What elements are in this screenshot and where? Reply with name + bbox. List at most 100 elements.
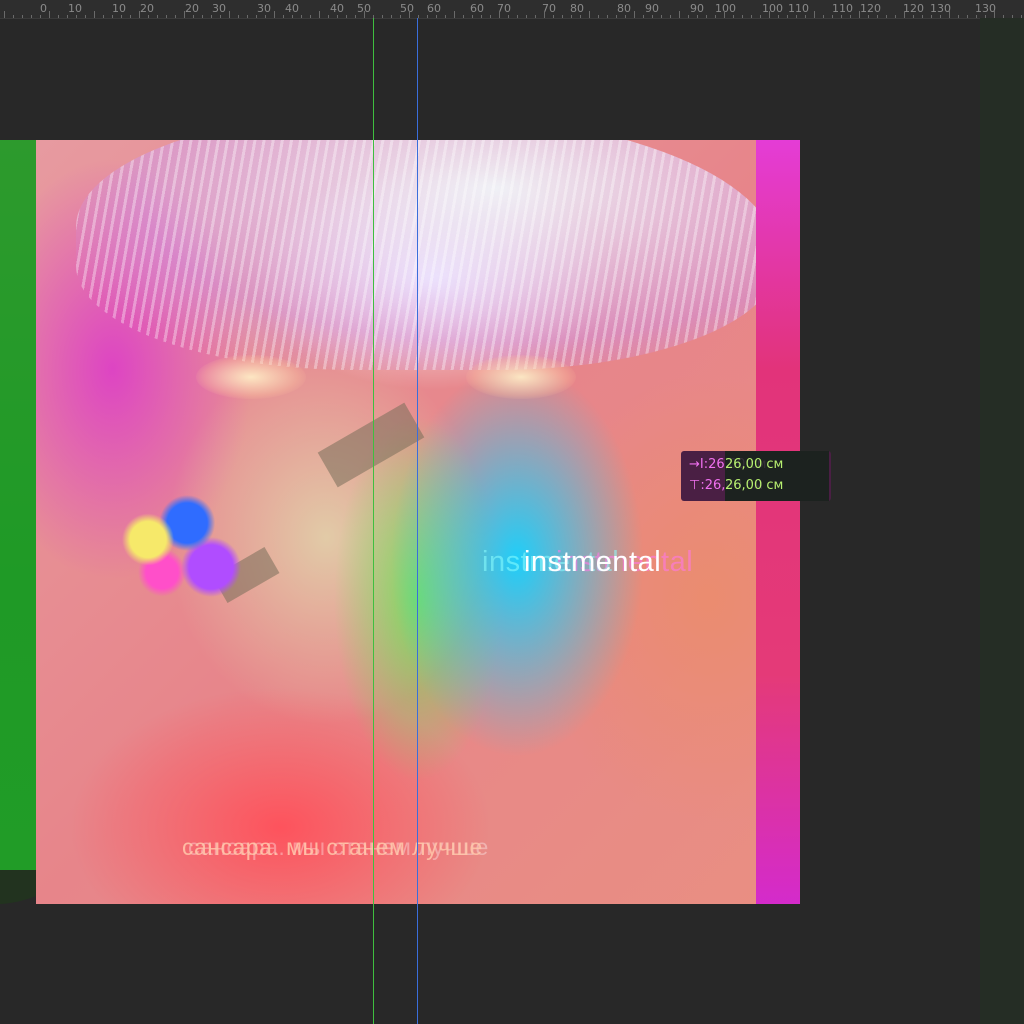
ghost-layer-green — [0, 140, 38, 870]
ruler-label: 80 — [570, 2, 584, 15]
ruler-tick — [85, 15, 86, 18]
ruler-label: 40 — [285, 2, 299, 15]
ruler-tick — [256, 15, 257, 18]
ruler-label: 100 — [715, 2, 736, 15]
vertical-guide-green[interactable] — [373, 18, 374, 1024]
ruler-tick — [13, 15, 14, 18]
ruler-tick — [895, 15, 896, 18]
artwork-canvas[interactable] — [36, 140, 800, 904]
ruler-tick — [112, 15, 113, 18]
ruler-tick — [364, 11, 365, 18]
ruler-label: 110 — [832, 2, 853, 15]
ruler-tick — [427, 15, 428, 18]
ruler-tick — [625, 15, 626, 18]
ruler-tick — [319, 11, 320, 18]
ruler-tick — [553, 15, 554, 18]
ruler-tick — [994, 11, 995, 18]
ruler-tick — [580, 15, 581, 18]
ruler-tick — [949, 11, 950, 18]
ruler-tick — [337, 15, 338, 18]
ruler-tick — [220, 15, 221, 18]
ruler-tick — [904, 11, 905, 18]
ruler-label: 10 — [68, 2, 82, 15]
ruler-tick — [229, 11, 230, 18]
ruler-tick — [148, 15, 149, 18]
ruler-tick — [202, 15, 203, 18]
ruler-tick — [652, 15, 653, 18]
ruler-label: 80 — [617, 2, 631, 15]
ruler-tick — [328, 15, 329, 18]
ruler-tick — [94, 11, 95, 18]
ruler-tick — [589, 11, 590, 18]
ruler-label: 120 — [903, 2, 924, 15]
ruler-label: 60 — [470, 2, 484, 15]
ruler-tick — [832, 15, 833, 18]
ruler-tick — [139, 11, 140, 18]
ruler-tick — [103, 15, 104, 18]
ruler-tick — [76, 15, 77, 18]
right-panel-edge — [980, 18, 1024, 1024]
ruler-tick — [598, 15, 599, 18]
ruler-label: 30 — [257, 2, 271, 15]
ruler-tick — [751, 15, 752, 18]
ruler-tick — [715, 15, 716, 18]
ruler-tick — [697, 15, 698, 18]
ruler-tick — [193, 15, 194, 18]
ruler-tick — [463, 15, 464, 18]
ruler-label: 20 — [185, 2, 199, 15]
vertical-guide-blue[interactable] — [417, 18, 418, 1024]
ruler-tick — [958, 15, 959, 18]
ruler-tick — [175, 15, 176, 18]
ruler-tick — [418, 15, 419, 18]
ruler-label: 0 — [40, 2, 47, 15]
ruler-tick — [976, 15, 977, 18]
ruler-tick — [913, 15, 914, 18]
ruler-tick — [724, 11, 725, 18]
ruler-tick — [940, 15, 941, 18]
ruler-tick — [517, 15, 518, 18]
ruler-tick — [733, 15, 734, 18]
ruler-tick — [4, 11, 5, 18]
ghost-layer-magenta — [756, 140, 800, 904]
ruler-tick — [40, 15, 41, 18]
ruler-tick — [274, 11, 275, 18]
ruler-tick — [382, 15, 383, 18]
ruler-tick — [778, 15, 779, 18]
horizontal-ruler[interactable]: 0 10 10 20 20 30 30 40 40 50 50 60 60 70 70 80 80 90 90 100… — [0, 0, 1024, 19]
ruler-tick — [922, 15, 923, 18]
dimensions-tooltip: →I:26,00 см ⊤:26,00 см 26,00 см 26,00 см — [681, 451, 831, 501]
tooltip-ghost-height: 26,00 см — [725, 478, 784, 493]
ruler-tick — [481, 15, 482, 18]
ruler-tick — [238, 15, 239, 18]
ruler-tick — [49, 11, 50, 18]
ruler-label: 90 — [690, 2, 704, 15]
ruler-tick — [67, 15, 68, 18]
height-arrow-icon: ⊤ — [689, 478, 701, 493]
artwork-flower — [106, 490, 246, 600]
ruler-tick — [661, 15, 662, 18]
ruler-tick — [787, 15, 788, 18]
ruler-tick — [265, 15, 266, 18]
ruler-tick — [31, 15, 32, 18]
artwork-left-eye — [196, 355, 306, 399]
ruler-tick — [769, 11, 770, 18]
ruler-label: 30 — [212, 2, 226, 15]
ruler-tick — [850, 15, 851, 18]
ruler-tick — [643, 15, 644, 18]
width-arrow-icon: →I — [689, 457, 704, 472]
ruler-tick — [688, 15, 689, 18]
ruler-tick — [292, 15, 293, 18]
ruler-tick — [310, 15, 311, 18]
ruler-tick — [841, 15, 842, 18]
ruler-tick — [634, 11, 635, 18]
ruler-tick — [931, 15, 932, 18]
ruler-tick — [490, 15, 491, 18]
ruler-tick — [472, 15, 473, 18]
ruler-tick — [445, 15, 446, 18]
ruler-tick — [22, 15, 23, 18]
ruler-label: 130 — [930, 2, 951, 15]
artwork-subtitle-text[interactable]: сансара. мы станем лучше — [182, 834, 483, 861]
ruler-label: 20 — [140, 2, 154, 15]
ruler-tick — [436, 15, 437, 18]
artwork-title-text[interactable]: instmental — [524, 546, 661, 579]
